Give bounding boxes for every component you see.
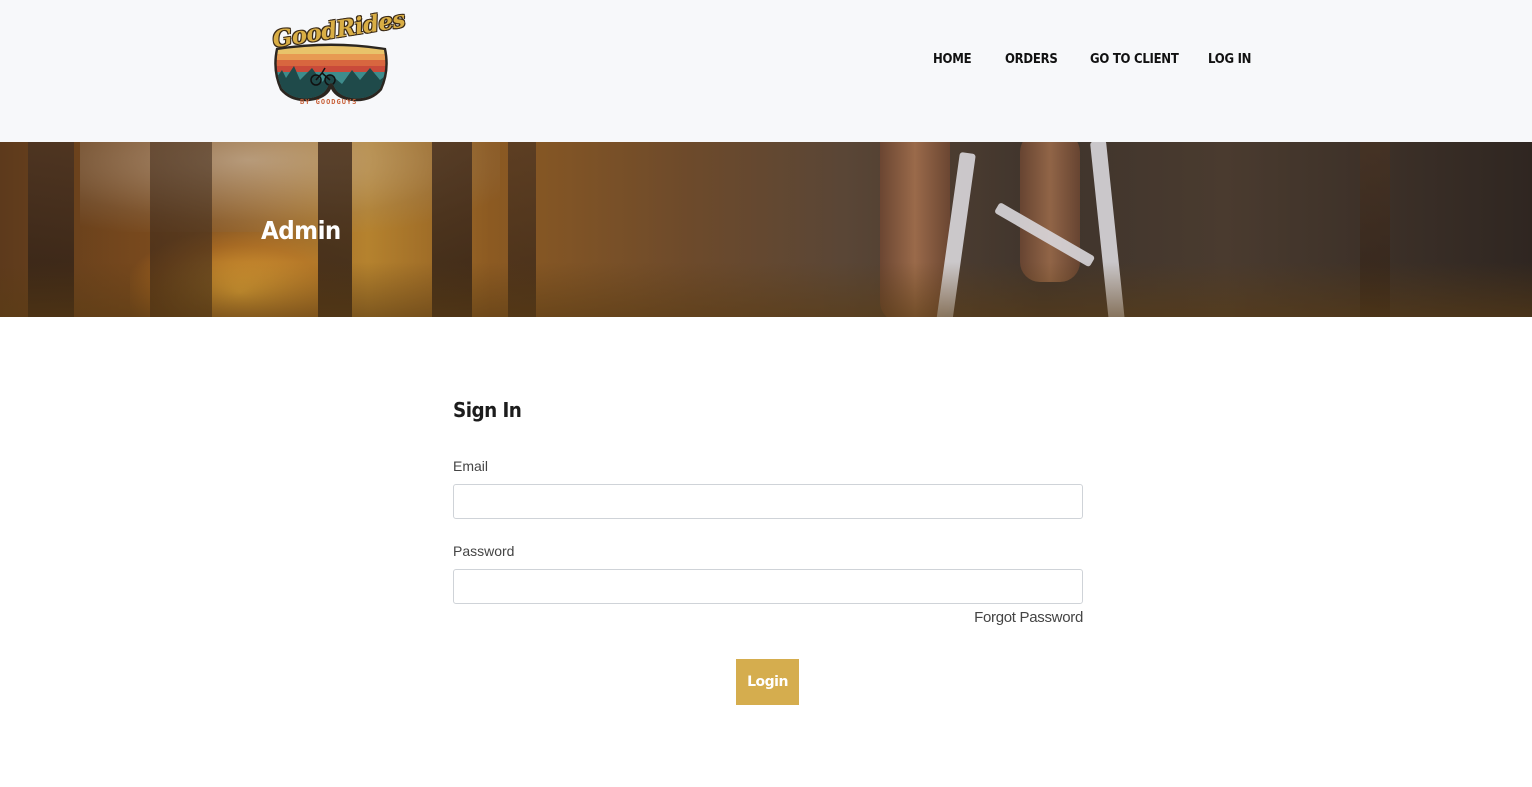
site-header: GoodRides BY GOODGUYS HOME ORDERS GO TO … [0, 0, 1532, 142]
password-label: Password [453, 543, 515, 559]
main-nav: HOME ORDERS GO TO CLIENT LOG IN [0, 52, 1532, 72]
sign-in-form: Sign In Email Password Forgot Password L… [453, 398, 1083, 705]
forgot-password-link[interactable]: Forgot Password [974, 609, 1083, 626]
nav-orders[interactable]: ORDERS [1005, 52, 1058, 67]
hero-banner: Admin [0, 142, 1532, 317]
login-button[interactable]: Login [736, 659, 799, 705]
email-field[interactable] [453, 484, 1083, 519]
nav-home[interactable]: HOME [933, 52, 972, 67]
rider-leg [1020, 142, 1080, 282]
logo-subtext: BY GOODGUYS [300, 98, 358, 106]
nav-log-in[interactable]: LOG IN [1208, 52, 1251, 67]
hero-ground [0, 262, 1532, 317]
page-title: Admin [261, 216, 341, 245]
form-title: Sign In [453, 398, 522, 422]
nav-go-to-client[interactable]: GO TO CLIENT [1090, 52, 1179, 67]
email-label: Email [453, 458, 489, 474]
password-field[interactable] [453, 569, 1083, 604]
